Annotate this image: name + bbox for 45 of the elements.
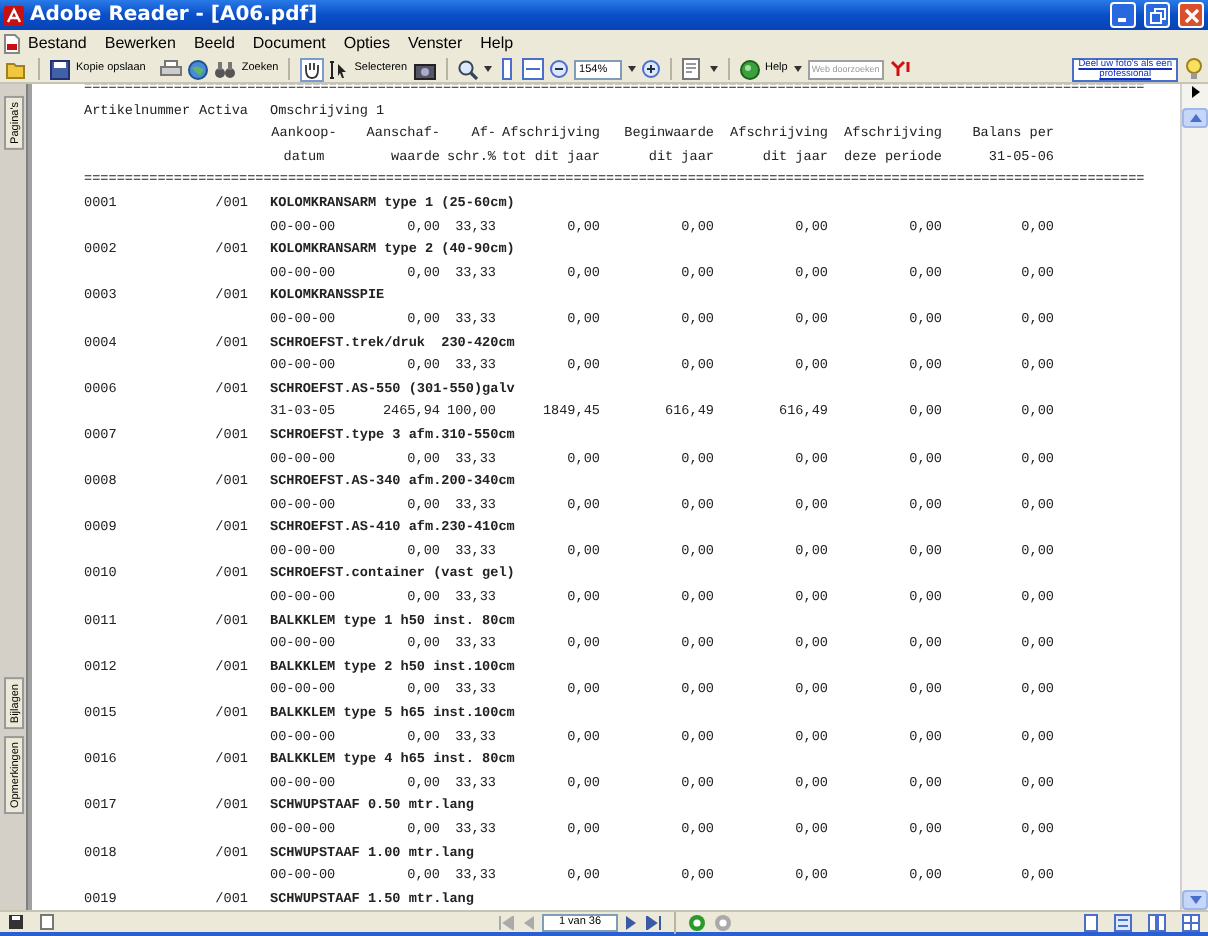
- menu-item[interactable]: Help: [480, 35, 514, 51]
- caret-icon[interactable]: [627, 66, 636, 72]
- down-arrow-icon: [1189, 896, 1201, 904]
- menu-item[interactable]: Opties: [343, 35, 390, 51]
- window-title: Adobe Reader - [A06.pdf]: [30, 2, 318, 30]
- continuous-facing-icon[interactable]: [1182, 913, 1200, 931]
- maximize-icon: [1149, 7, 1165, 23]
- save-icon[interactable]: [50, 59, 70, 79]
- app-icon: [4, 5, 24, 25]
- scroll-up-button[interactable]: [1182, 108, 1208, 128]
- minimize-button[interactable]: [1110, 2, 1136, 28]
- camera-icon[interactable]: [413, 59, 436, 79]
- up-arrow-icon: [1189, 114, 1201, 122]
- help-icon[interactable]: [739, 59, 760, 79]
- globe-icon[interactable]: [187, 59, 208, 79]
- page-icon[interactable]: [681, 58, 704, 80]
- menu-item[interactable]: Bewerken: [104, 35, 176, 51]
- menu-item[interactable]: Venster: [408, 35, 463, 51]
- menu-item[interactable]: Beeld: [193, 35, 235, 51]
- hand-tool-icon[interactable]: [300, 57, 325, 81]
- maximize-button[interactable]: [1144, 2, 1170, 28]
- document-icon: [4, 33, 20, 53]
- caret-icon[interactable]: [793, 66, 802, 72]
- close-button[interactable]: [1178, 2, 1204, 28]
- close-icon: [1183, 7, 1199, 23]
- next-page-icon[interactable]: [626, 915, 638, 929]
- caret-icon[interactable]: [709, 66, 718, 72]
- back-icon[interactable]: [688, 913, 706, 931]
- scroll-down-button[interactable]: [1182, 890, 1208, 910]
- page-icon[interactable]: [40, 914, 54, 930]
- text-cursor-icon[interactable]: [330, 59, 349, 79]
- menu-item[interactable]: Bestand: [28, 35, 87, 51]
- print-icon[interactable]: [159, 59, 182, 79]
- continuous-page-icon[interactable]: [1114, 913, 1132, 931]
- zoom-out-icon[interactable]: [549, 60, 568, 78]
- caret-icon[interactable]: [483, 66, 492, 72]
- menu-item[interactable]: Document: [252, 35, 326, 51]
- facing-pages-icon[interactable]: [1148, 913, 1166, 931]
- zoom-in-icon[interactable]: [641, 60, 660, 78]
- fit-height-icon[interactable]: [497, 58, 516, 80]
- last-page-icon[interactable]: [646, 915, 662, 929]
- single-page-icon[interactable]: [1084, 913, 1098, 931]
- fit-width-icon[interactable]: [521, 58, 544, 80]
- binoculars-icon[interactable]: [213, 59, 236, 79]
- zoom-in-icon[interactable]: [457, 59, 478, 79]
